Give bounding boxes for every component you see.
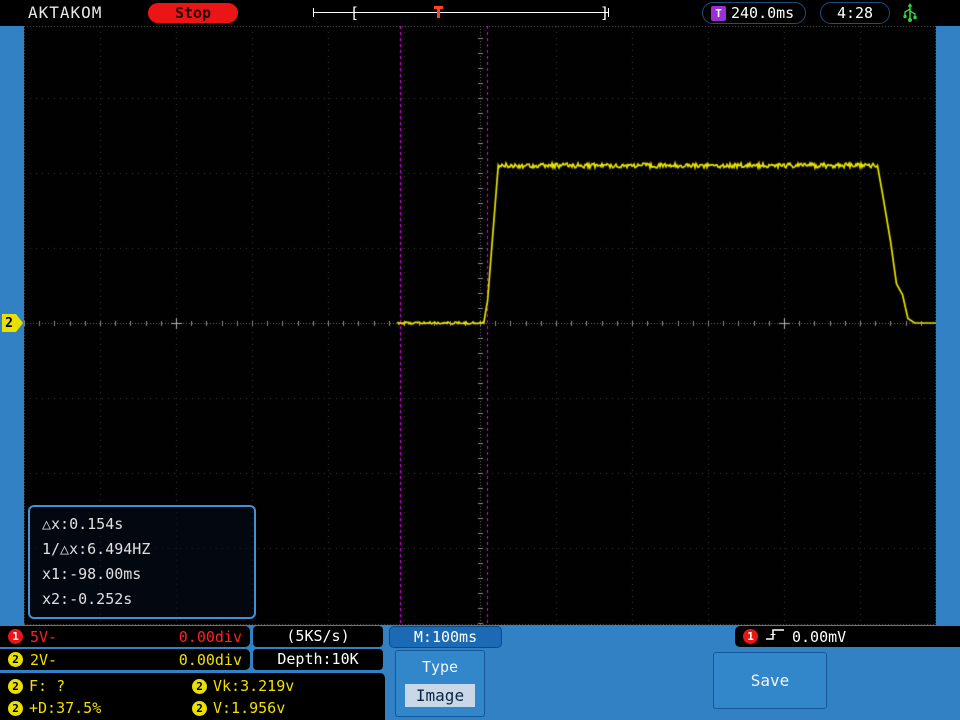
channel1-readout: 1 5V- 0.00div	[0, 626, 250, 647]
trigger-position-bar: [ ]	[313, 0, 609, 26]
oscilloscope-frame: AKTAKOM Stop [ ] T 240.0ms 4:28 △x:0.154…	[0, 0, 960, 720]
measurement-vk: 2 Vk:3.219v	[192, 677, 294, 695]
run-stop-button[interactable]: Stop	[148, 3, 238, 23]
channel1-scale: 5V-	[30, 627, 58, 646]
type-menu-button[interactable]: Type Image	[395, 650, 485, 717]
channel1-badge: 1	[8, 629, 23, 644]
cursor-x1: x1:-98.00ms	[42, 565, 142, 583]
top-status-bar: AKTAKOM Stop [ ] T 240.0ms 4:28	[0, 0, 960, 26]
clock-chip: 4:28	[820, 2, 890, 24]
memory-depth-readout: Depth:10K	[253, 649, 383, 670]
measurement-frequency: 2 F: ?	[8, 677, 65, 695]
channel2-position-marker[interactable]: 2	[2, 314, 23, 332]
measurements-panel: 2 F: ? 2 Vk:3.219v 2 +D:37.5% 2 V:1.956v	[0, 673, 385, 720]
measurement-channel-badge: 2	[192, 678, 207, 694]
type-menu-label: Type	[421, 658, 459, 676]
window-right-bracket-icon: ]	[600, 4, 610, 22]
channel2-offset: 0.00div	[178, 650, 242, 669]
trigger-delay-value: 240.0ms	[731, 4, 795, 22]
cursor-readout-panel: △x:0.154s 1/△x:6.494HZ x1:-98.00ms x2:-0…	[28, 505, 256, 619]
window-left-bracket-icon: [	[350, 4, 360, 22]
measurement-value: V:1.956v	[213, 699, 286, 717]
scope-screen: △x:0.154s 1/△x:6.494HZ x1:-98.00ms x2:-0…	[24, 26, 936, 625]
measurement-channel-badge: 2	[192, 700, 207, 716]
bottom-status-area: 1 5V- 0.00div (5KS/s) M:100ms 1 0.00mV 2…	[0, 626, 960, 720]
channel2-scale: 2V-	[30, 650, 58, 669]
cursor-delta-x: △x:0.154s	[42, 515, 124, 533]
measurement-value: +D:37.5%	[29, 699, 102, 717]
trigger-level-value: 0.00mV	[792, 627, 847, 646]
save-button[interactable]: Save	[713, 652, 827, 709]
usb-device-icon	[902, 3, 918, 27]
measurement-channel-badge: 2	[8, 678, 23, 694]
cursor-frequency: 1/△x:6.494HZ	[42, 540, 151, 558]
sample-rate-readout: (5KS/s)	[253, 626, 383, 647]
measurement-value: Vk:3.219v	[213, 677, 295, 695]
timebase-readout: M:100ms	[389, 626, 502, 648]
trigger-delay-chip: T 240.0ms	[702, 2, 806, 24]
channel1-offset: 0.00div	[178, 627, 242, 646]
measurement-voltage: 2 V:1.956v	[192, 699, 285, 717]
trigger-level-readout: 1 0.00mV	[735, 626, 960, 647]
measurement-duty: 2 +D:37.5%	[8, 699, 101, 717]
cursor-x2: x2:-0.252s	[42, 590, 133, 608]
rising-edge-icon	[765, 627, 785, 646]
type-menu-selected-value[interactable]: Image	[405, 684, 475, 707]
measurement-value: F: ?	[29, 677, 66, 695]
channel2-badge: 2	[8, 652, 23, 667]
trigger-source-badge: 1	[743, 629, 758, 644]
trigger-t-icon: T	[711, 5, 726, 21]
trigger-position-marker-icon	[434, 6, 443, 18]
brand-logo: AKTAKOM	[28, 3, 103, 22]
channel2-marker-label: 2	[2, 314, 16, 332]
channel2-readout: 2 2V- 0.00div	[0, 649, 250, 670]
clock-value: 4:28	[836, 4, 874, 22]
measurement-channel-badge: 2	[8, 700, 23, 716]
